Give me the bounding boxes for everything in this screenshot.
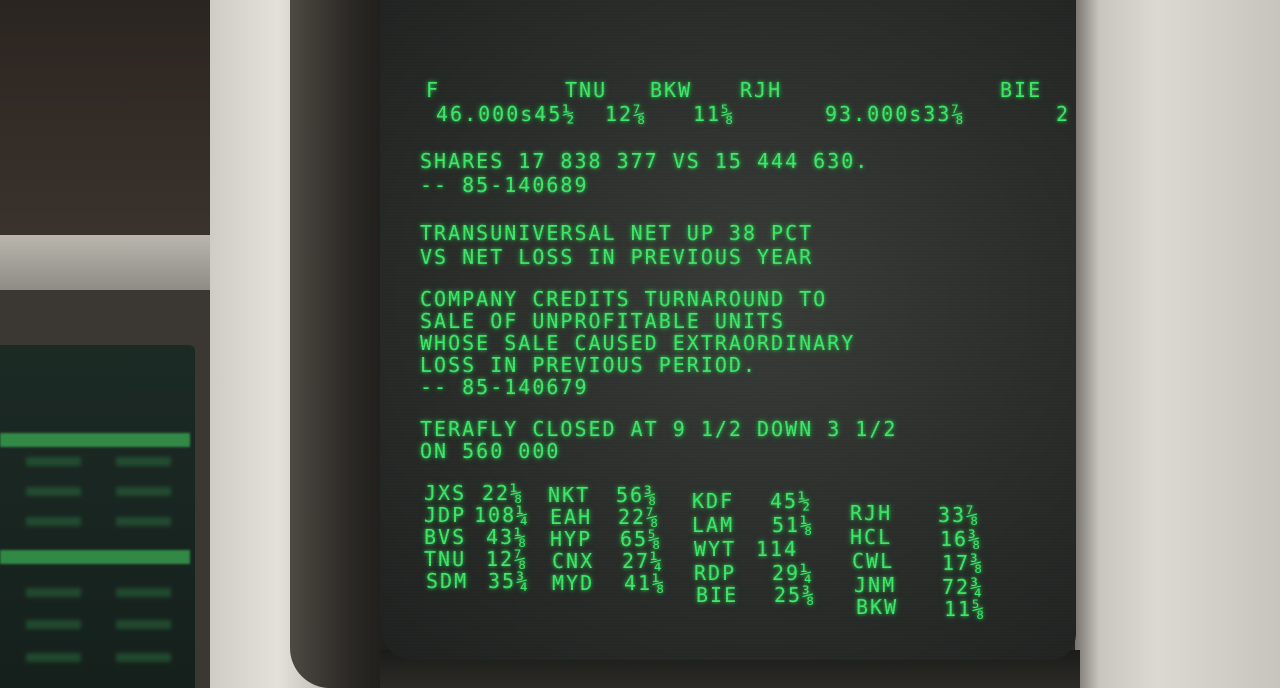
header-symbol: RJH [740,78,783,102]
header-quote: 12⅞ [605,102,648,126]
ticker-symbol: BVS [424,525,467,549]
news-line: WHOSE SALE CAUSED EXTRAORDINARY [420,331,856,355]
side-monitor-highlight [0,550,190,564]
header-symbol: BKW [650,78,693,102]
news-line: TERAFLY CLOSED AT 9 1/2 DOWN 3 1/2 [420,417,898,441]
header-quote: 93.000s33⅞ [825,102,966,126]
ticker-symbol: EAH [550,505,593,529]
side-monitor-row [8,487,188,499]
ticker-price: 11⅝ [944,597,987,621]
header-quote: 2 [1056,102,1071,126]
ticker-price: 56⅜ [616,483,659,507]
ticker-price: 12⅞ [486,547,529,571]
ticker-price: 25⅜ [774,583,817,607]
ticker-symbol: MYD [552,571,595,595]
ticker-symbol: CWL [852,549,895,573]
ticker-price: 65⅝ [620,527,663,551]
ticker-price: 17⅜ [942,551,985,575]
ticker-symbol: BIE [696,583,739,607]
header-symbol: F [426,78,441,102]
ticker-price: 27¼ [622,549,665,573]
header-symbol: BIE [1000,78,1043,102]
quote-header: F TNU BKW RJH BIE 46.000s45½ 12⅞ 11⅝ 93.… [420,78,1068,128]
news-line: SHARES 17 838 377 VS 15 444 630. [420,149,870,173]
ticker-symbol: JNM [854,573,897,597]
ticker-symbol: JDP [424,503,467,527]
ticker-price: 33⅞ [938,503,981,527]
ticker-symbol: TNU [424,547,467,571]
news-line: LOSS IN PREVIOUS PERIOD. [420,353,757,377]
ticker-symbol: HCL [850,525,893,549]
monitor-bezel-right [1075,0,1280,688]
ticker-price: 72¾ [942,575,985,599]
side-monitor-row [8,517,188,529]
ticker-price: 41⅛ [624,571,667,595]
news-line: -- 85-140679 [420,375,589,399]
news-line: ON 560 000 [420,439,561,463]
crt-screen: F TNU BKW RJH BIE 46.000s45½ 12⅞ 11⅝ 93.… [380,0,1076,660]
ticker-symbol: BKW [856,595,899,619]
side-monitor-row [8,457,188,469]
header-quote: 46.000s45½ [436,102,577,126]
news-line: -- 85-140689 [420,173,589,197]
side-monitor-highlight [0,433,190,447]
header-quote: 11⅝ [693,102,736,126]
ticker-symbol: WYT [694,537,737,561]
ticker-price: 114 [756,537,799,561]
header-symbol: TNU [565,78,608,102]
news-line: TRANSUNIVERSAL NET UP 38 PCT [420,221,814,245]
ticker-price: 45½ [770,489,813,513]
ticker-price: 22⅞ [618,505,661,529]
ticker-symbol: LAM [692,513,735,537]
ticker-price: 29¼ [772,561,815,585]
monitor-bezel-inner [290,0,390,688]
side-monitor-row [8,588,188,600]
news-line: SALE OF UNPROFITABLE UNITS [420,309,786,333]
ticker-price: 22⅛ [482,481,525,505]
ticker-symbol: RDP [694,561,737,585]
ticker-symbol: KDF [692,489,735,513]
side-monitor-screen [0,345,195,688]
side-monitor-row [8,653,188,665]
ticker-symbol: SDM [426,569,469,593]
ticker-symbol: JXS [424,481,467,505]
ticker-symbol: RJH [850,501,893,525]
background-shelf [0,235,215,290]
background-wall [0,0,215,235]
side-monitor-row [8,620,188,632]
news-line: COMPANY CREDITS TURNAROUND TO [420,287,828,311]
ticker-price: 43⅛ [486,525,529,549]
ticker-price: 51⅛ [772,513,815,537]
ticker-price: 35¾ [488,569,531,593]
ticker-symbol: CNX [552,549,595,573]
ticker-price: 16⅜ [940,527,983,551]
ticker-symbol: NKT [548,483,591,507]
news-line: VS NET LOSS IN PREVIOUS YEAR [420,245,814,269]
ticker-price: 108¼ [474,503,531,527]
ticker-symbol: HYP [550,527,593,551]
